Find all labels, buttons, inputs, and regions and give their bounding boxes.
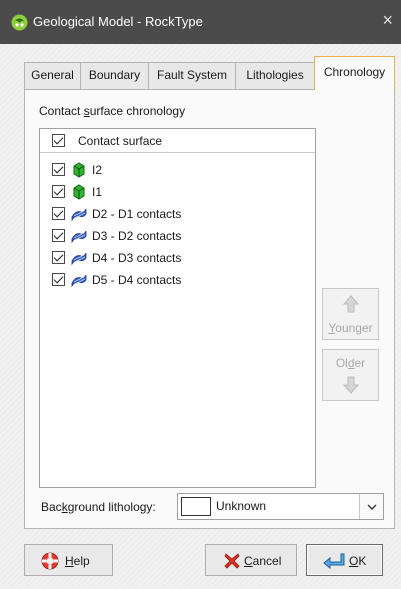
red-x-cancel-icon — [224, 553, 240, 569]
row-checkbox[interactable] — [52, 163, 65, 176]
tab-label: Fault System — [156, 68, 228, 82]
younger-button[interactable]: Younger — [322, 288, 379, 340]
older-text: Ol — [335, 356, 348, 370]
tab-lithologies[interactable]: Lithologies — [235, 62, 315, 89]
ok-text: K — [358, 554, 367, 568]
older-text-rest: er — [354, 356, 366, 370]
tab-label: General — [31, 68, 74, 82]
tab-label: Lithologies — [246, 68, 304, 82]
older-mnemonic: d — [347, 356, 355, 370]
list-item[interactable]: I2 — [40, 159, 315, 181]
younger-label: Younger — [323, 321, 378, 335]
cancel-mnemonic: C — [244, 554, 253, 568]
younger-text: ounger — [335, 321, 373, 335]
list-item[interactable]: I1 — [40, 181, 315, 203]
lithology-color-swatch — [181, 497, 211, 516]
deposit-contact-icon — [71, 230, 87, 244]
tab-chronology[interactable]: Chronology — [314, 56, 395, 90]
cancel-label: Cancel — [244, 554, 281, 568]
arrow-up-icon — [343, 295, 359, 313]
row-checkbox[interactable] — [52, 229, 65, 242]
list-header: Contact surface — [40, 129, 315, 153]
row-label: D2 - D1 contacts — [92, 207, 182, 221]
ok-label: OK — [349, 554, 366, 568]
arrow-down-icon — [343, 376, 359, 394]
section-label-text: Contact — [39, 104, 84, 118]
leapfrog-app-icon — [11, 14, 28, 31]
cancel-button[interactable]: Cancel — [205, 544, 297, 576]
title-bar: Geological Model - RockType × — [0, 0, 401, 44]
list-item[interactable]: D4 - D3 contacts — [40, 247, 315, 269]
list-header-label: Contact surface — [78, 134, 163, 148]
row-checkbox[interactable] — [52, 251, 65, 264]
list-item[interactable]: D2 - D1 contacts — [40, 203, 315, 225]
section-label-text-rest: urface chronology — [89, 104, 186, 118]
tab-fault-system[interactable]: Fault System — [148, 62, 236, 89]
chronology-panel: Contact surface chronology Contact surfa… — [24, 89, 395, 529]
contact-surface-list[interactable]: Contact surface I2 I1 D2 - D1 contacts D… — [39, 128, 316, 488]
row-label: D5 - D4 contacts — [92, 273, 182, 287]
ok-mnemonic: O — [349, 554, 359, 568]
intrusion-surface-icon — [73, 184, 85, 200]
help-label: Help — [65, 554, 90, 568]
dialog-body: General Boundary Fault System Lithologie… — [0, 44, 401, 589]
help-mnemonic: H — [65, 554, 74, 568]
window-title: Geological Model - RockType — [33, 14, 203, 29]
bg-label-text-rest: ground lithology: — [67, 500, 156, 514]
background-lithology-label: Background lithology: — [41, 500, 156, 514]
help-text: elp — [73, 554, 90, 568]
older-label: Older — [323, 356, 378, 370]
tab-boundary[interactable]: Boundary — [80, 62, 149, 89]
tab-label: Chronology — [323, 65, 386, 79]
background-lithology-select[interactable]: Unknown — [177, 493, 384, 520]
row-label: D3 - D2 contacts — [92, 229, 182, 243]
close-icon[interactable]: × — [382, 10, 393, 30]
row-checkbox[interactable] — [52, 273, 65, 286]
section-label: Contact surface chronology — [39, 104, 185, 118]
list-item[interactable]: D5 - D4 contacts — [40, 269, 315, 291]
list-item[interactable]: D3 - D2 contacts — [40, 225, 315, 247]
cancel-text: ancel — [252, 554, 282, 568]
tab-label: Boundary — [88, 68, 141, 82]
deposit-contact-icon — [71, 208, 87, 222]
chevron-down-icon[interactable] — [359, 494, 383, 519]
tab-general[interactable]: General — [24, 62, 81, 89]
background-lithology-value: Unknown — [216, 499, 267, 513]
select-all-checkbox[interactable] — [52, 134, 65, 147]
row-checkbox[interactable] — [52, 207, 65, 220]
deposit-contact-icon — [71, 252, 87, 266]
help-button[interactable]: Help — [24, 544, 113, 576]
lifebuoy-help-icon — [41, 552, 59, 570]
bg-label-text: Bac — [41, 500, 62, 514]
older-button[interactable]: Older — [322, 349, 379, 401]
intrusion-surface-icon — [73, 162, 85, 178]
row-label: I2 — [92, 163, 103, 177]
enter-arrow-icon — [323, 553, 345, 570]
row-checkbox[interactable] — [52, 185, 65, 198]
deposit-contact-icon — [71, 274, 87, 288]
row-label: I1 — [92, 185, 103, 199]
row-label: D4 - D3 contacts — [92, 251, 182, 265]
ok-button[interactable]: OK — [306, 544, 383, 576]
